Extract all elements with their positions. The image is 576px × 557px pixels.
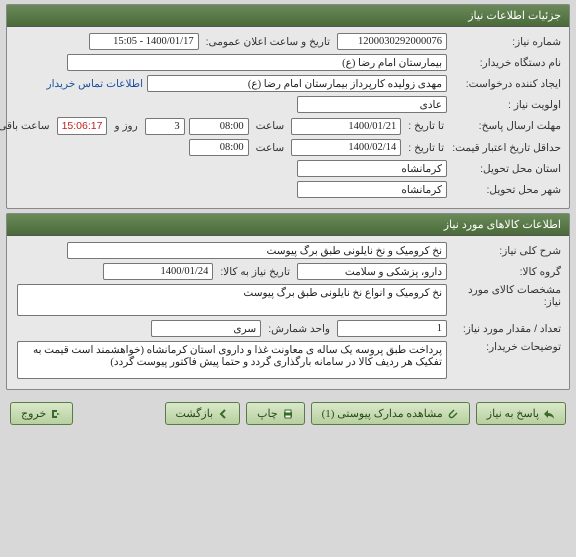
pasokh-button-label: پاسخ به نیاز — [487, 407, 539, 420]
ostan-label: استان محل تحویل: — [451, 163, 561, 175]
print-icon — [282, 408, 294, 420]
saat-label-1: ساعت — [253, 120, 288, 132]
olaviat-label: اولویت نیاز : — [451, 99, 561, 111]
nam-dastgah-label: نام دستگاه خریدار: — [451, 57, 561, 69]
mohlat-saat-input[interactable] — [189, 118, 249, 135]
vahed-input[interactable] — [151, 320, 261, 337]
niaz-panel-title: جزئیات اطلاعات نیاز — [7, 5, 569, 27]
hadaqal-tarikh-input[interactable] — [291, 139, 401, 156]
nam-dastgah-input[interactable] — [67, 54, 447, 71]
sharh-label: شرح کلی نیاز: — [451, 245, 561, 257]
moshakhasat-textarea[interactable] — [17, 284, 447, 316]
mande-label: ساعت باقی مانده — [0, 120, 53, 132]
back-icon — [217, 408, 229, 420]
khorouj-button-label: خروج — [21, 407, 46, 420]
tozih-textarea[interactable] — [17, 341, 447, 379]
ijad-label: ایجاد کننده درخواست: — [451, 78, 561, 90]
tedad-label: تعداد / مقدار مورد نیاز: — [451, 323, 561, 335]
chap-button[interactable]: چاپ — [246, 402, 305, 425]
rooz-label: روز و — [111, 120, 140, 132]
madarek-button[interactable]: مشاهده مدارک پیوستی (1) — [311, 402, 470, 425]
hadaqal-label: حداقل تاریخ اعتبار قیمت: — [451, 142, 561, 154]
tedad-input[interactable] — [337, 320, 447, 337]
bazgasht-button[interactable]: بازگشت — [165, 402, 241, 425]
vahed-label: واحد شمارش: — [265, 323, 333, 335]
moshakhasat-label: مشخصات کالای مورد نیاز: — [451, 284, 561, 308]
tarikh-elen-label: تاریخ و ساعت اعلان عمومی: — [203, 36, 333, 48]
chap-button-label: چاپ — [257, 407, 278, 420]
tarikh-kala-label: تاریخ نیاز به کالا: — [217, 266, 293, 278]
shahr-label: شهر محل تحویل: — [451, 184, 561, 196]
attachment-icon — [447, 408, 459, 420]
kala-panel-title: اطلاعات کالاهای مورد نیاز — [7, 214, 569, 236]
tarikh-kala-input[interactable] — [103, 263, 213, 280]
button-bar: پاسخ به نیاز مشاهده مدارک پیوستی (1) چاپ… — [0, 394, 576, 433]
ostan-input[interactable] — [297, 160, 447, 177]
hadaqal-saat-input[interactable] — [189, 139, 249, 156]
sharh-input[interactable] — [67, 242, 447, 259]
countdown-display: 15:06:17 — [57, 117, 108, 135]
shahr-input[interactable] — [297, 181, 447, 198]
ijad-input[interactable] — [147, 75, 447, 92]
ta-tarikh-label-2: تا تاریخ : — [405, 142, 447, 154]
reply-icon — [543, 408, 555, 420]
tozih-label: توضیحات خریدار: — [451, 341, 561, 353]
gorouh-label: گروه کالا: — [451, 266, 561, 278]
tarikh-elen-input[interactable] — [89, 33, 199, 50]
madarek-button-label: مشاهده مدارک پیوستی (1) — [322, 407, 443, 420]
saat-label-2: ساعت — [253, 142, 288, 154]
ta-tarikh-label: تا تاریخ : — [405, 120, 447, 132]
niaz-info-panel: جزئیات اطلاعات نیاز شماره نیاز: تاریخ و … — [6, 4, 570, 209]
exit-icon — [50, 408, 62, 420]
rooz-input[interactable] — [145, 118, 185, 135]
kala-info-panel: اطلاعات کالاهای مورد نیاز شرح کلی نیاز: … — [6, 213, 570, 390]
shmare-niaz-input[interactable] — [337, 33, 447, 50]
bazgasht-button-label: بازگشت — [176, 407, 214, 420]
gorouh-input[interactable] — [297, 263, 447, 280]
mohlat-label: مهلت ارسال پاسخ: — [451, 120, 561, 132]
pasokh-button[interactable]: پاسخ به نیاز — [476, 402, 566, 425]
olaviat-input[interactable] — [297, 96, 447, 113]
shmare-niaz-label: شماره نیاز: — [451, 36, 561, 48]
mohlat-tarikh-input[interactable] — [291, 118, 401, 135]
khorouj-button[interactable]: خروج — [10, 402, 73, 425]
tamas-link[interactable]: اطلاعات تماس خریدار — [47, 78, 143, 90]
